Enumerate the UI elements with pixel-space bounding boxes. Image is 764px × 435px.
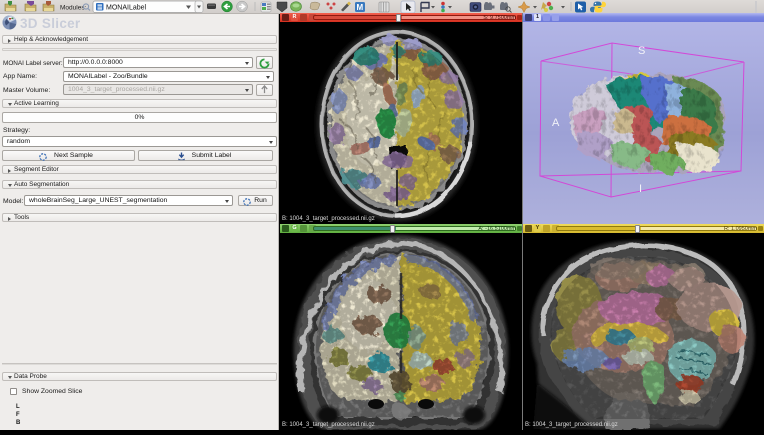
svg-text:I: I (639, 183, 642, 195)
svg-text:M: M (357, 3, 364, 12)
svg-text:A: A (552, 117, 560, 129)
svg-text:MONAILabel: MONAILabel (106, 5, 147, 12)
svg-text:S: S (638, 45, 645, 57)
svg-text:Modules:: Modules: (60, 5, 87, 12)
